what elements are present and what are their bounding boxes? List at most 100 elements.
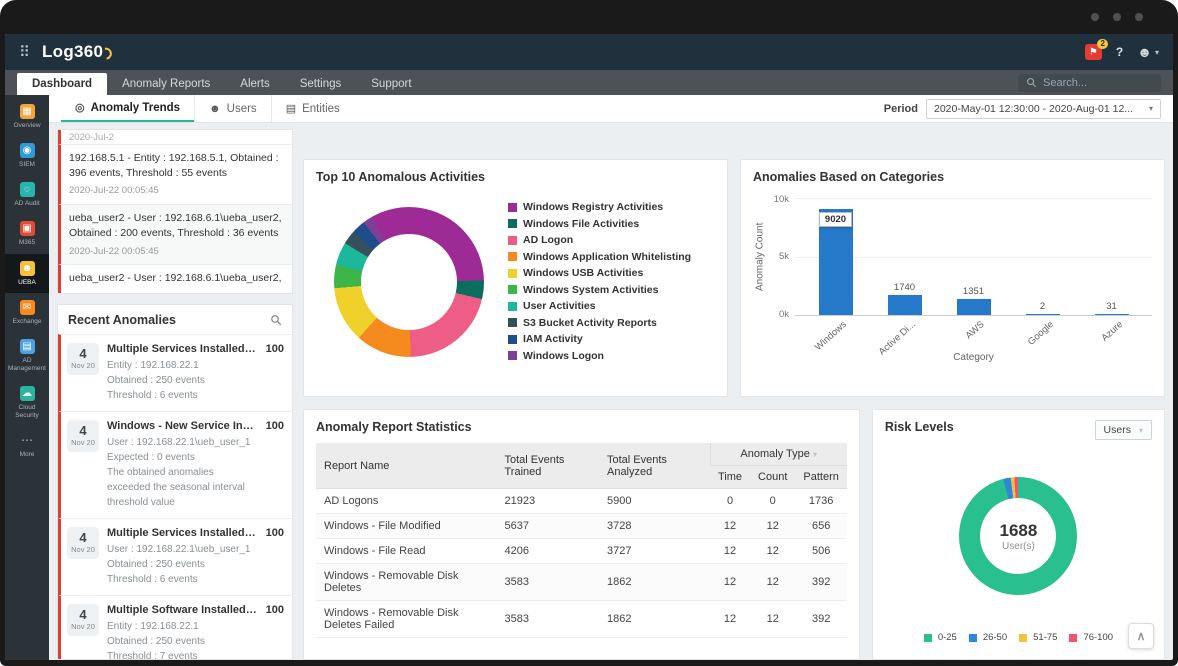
user-menu[interactable]: ☻ ▾ bbox=[1137, 44, 1159, 60]
legend-item[interactable]: User Activities bbox=[508, 300, 691, 312]
risk-levels-card: Risk Levels Users ▾ bbox=[872, 409, 1165, 660]
siem-icon: ◉ bbox=[20, 143, 35, 158]
subtab-anomaly-trends[interactable]: ◎ Anomaly Trends bbox=[61, 95, 194, 122]
legend-item[interactable]: Windows USB Activities bbox=[508, 267, 691, 279]
cloud-security-icon: ☁ bbox=[20, 386, 35, 401]
tab-dashboard[interactable]: Dashboard bbox=[17, 73, 107, 95]
feed-item[interactable]: 192.168.5.1 - Entity : 192.168.5.1, Obta… bbox=[58, 144, 292, 204]
feed-item[interactable]: ueba_user2 - User : 192.168.6.1\ueba_use… bbox=[58, 264, 292, 292]
more-icon: ⋯ bbox=[20, 433, 35, 448]
col-total-trained: Total Events Trained bbox=[497, 443, 599, 489]
date-badge: 4 Nov 20 bbox=[67, 527, 99, 559]
col-anomaly-type[interactable]: Anomaly Type ▾ bbox=[710, 443, 847, 466]
sidebar-item-exchange[interactable]: ✉ Exchange bbox=[5, 293, 49, 332]
sidebar-item-cloud-security[interactable]: ☁ Cloud Security bbox=[5, 379, 49, 426]
legend-item[interactable]: Windows Application Whitelisting bbox=[508, 251, 691, 263]
y-axis-ticks: 10k 5k 0k bbox=[767, 198, 795, 316]
legend-item[interactable]: Windows Logon bbox=[508, 350, 691, 362]
recent-anomaly-item[interactable]: 4 Nov 20 Multiple Services Installed On … bbox=[58, 334, 292, 411]
legend-item[interactable]: 76-100 bbox=[1069, 632, 1113, 643]
scroll-top-button[interactable]: ∧ bbox=[1128, 623, 1154, 649]
log360-app: ⠿ Log360 ⚑ 2 ? ☻ ▾ Dashboard Anomaly Rep… bbox=[5, 34, 1173, 660]
risk-total-value: 1688 bbox=[1000, 521, 1038, 541]
table-row[interactable]: AD Logons219235900001736 bbox=[316, 489, 847, 514]
legend-swatch bbox=[924, 634, 932, 642]
appbar-actions: ⚑ 2 ? ☻ ▾ bbox=[1085, 44, 1159, 60]
window-menu-dot[interactable] bbox=[1135, 13, 1143, 21]
bar[interactable] bbox=[888, 295, 922, 315]
feed-item[interactable]: ueba_user2 - User : 192.168.6.1\ueba_use… bbox=[58, 204, 292, 264]
legend-item[interactable]: AD Logon bbox=[508, 234, 691, 246]
app-logo: Log360 bbox=[42, 42, 103, 62]
bar[interactable] bbox=[1026, 314, 1060, 315]
bar-plot-area: 9020 1740 1351 bbox=[795, 198, 1152, 316]
app-header: ⠿ Log360 ⚑ 2 ? ☻ ▾ bbox=[5, 34, 1173, 70]
chevron-down-icon: ▾ bbox=[813, 450, 817, 459]
sidebar-item-ad-audit[interactable]: ◌ AD Audit bbox=[5, 175, 49, 214]
notification-icon[interactable]: ⚑ 2 bbox=[1085, 44, 1102, 60]
chevron-down-icon: ▾ bbox=[1139, 426, 1143, 435]
bar-value-label: 2 bbox=[1040, 301, 1045, 312]
window-menu-dot[interactable] bbox=[1091, 13, 1099, 21]
anomaly-report-statistics-card: Anomaly Report Statistics Report Name To… bbox=[303, 409, 860, 660]
legend-item[interactable]: IAM Activity bbox=[508, 333, 691, 345]
table-row[interactable]: Windows - Removable Disk Deletes Failed3… bbox=[316, 601, 847, 638]
recent-anomalies-title: Recent Anomalies bbox=[68, 313, 176, 327]
window-titlebar bbox=[5, 0, 1173, 34]
sidebar-item-more[interactable]: ⋯ More bbox=[5, 426, 49, 465]
col-pattern: Pattern bbox=[795, 466, 846, 489]
date-badge: 4 Nov 20 bbox=[67, 343, 99, 375]
category-bar-chart: Anomaly Count 10k 5k 0k bbox=[753, 198, 1152, 316]
legend-swatch bbox=[1019, 634, 1027, 642]
top10-anomalous-activities-card: Top 10 Anomalous Activities Windows Regi… bbox=[303, 159, 728, 397]
anomaly-trends-icon: ◎ bbox=[75, 101, 85, 114]
recent-anomaly-item[interactable]: 4 Nov 20 Windows - New Service Installed… bbox=[58, 411, 292, 518]
risk-filter-select[interactable]: Users ▾ bbox=[1095, 420, 1152, 440]
sidebar-item-ad-management[interactable]: ▤ AD Management bbox=[5, 332, 49, 379]
sidebar-item-overview[interactable]: ▦ Overview bbox=[5, 97, 49, 136]
help-icon[interactable]: ? bbox=[1116, 45, 1123, 59]
risk-donut-chart: 1688 User(s) bbox=[959, 477, 1077, 595]
subtab-entities[interactable]: ▤ Entities bbox=[271, 95, 354, 122]
recent-anomaly-item[interactable]: 4 Nov 20 Multiple Software Installed On … bbox=[58, 595, 292, 659]
global-search[interactable] bbox=[1018, 74, 1161, 92]
search-icon[interactable] bbox=[270, 314, 282, 326]
bar-value-label: 31 bbox=[1106, 301, 1117, 312]
legend-item[interactable]: 51-75 bbox=[1019, 632, 1057, 643]
bar[interactable] bbox=[957, 299, 991, 315]
table-row[interactable]: Windows - File Modified563737281212656 bbox=[316, 514, 847, 539]
sidebar-item-ueba[interactable]: ☻ UEBA bbox=[5, 254, 49, 293]
tab-settings[interactable]: Settings bbox=[285, 73, 357, 95]
app-grid-icon[interactable]: ⠿ bbox=[19, 43, 30, 61]
entities-icon: ▤ bbox=[286, 102, 296, 115]
tab-alerts[interactable]: Alerts bbox=[225, 73, 284, 95]
sidebar-item-siem[interactable]: ◉ SIEM bbox=[5, 136, 49, 175]
bar[interactable] bbox=[1095, 314, 1129, 315]
legend-item[interactable]: Windows Registry Activities bbox=[508, 201, 691, 213]
legend-item[interactable]: Windows File Activities bbox=[508, 218, 691, 230]
period-range-input[interactable]: 2020-May-01 12:30:00 - 2020-Aug-01 12...… bbox=[926, 99, 1161, 119]
bar-value-label: 1351 bbox=[963, 286, 984, 297]
m365-icon: ▣ bbox=[20, 221, 35, 236]
sidebar-item-m365[interactable]: ▣ M365 bbox=[5, 214, 49, 253]
ad-audit-icon: ◌ bbox=[20, 182, 35, 197]
legend-item[interactable]: 26-50 bbox=[969, 632, 1007, 643]
table-row[interactable]: Windows - File Read420637271212506 bbox=[316, 539, 847, 564]
window-menu-dot[interactable] bbox=[1113, 13, 1121, 21]
legend-item[interactable]: S3 Bucket Activity Reports bbox=[508, 317, 691, 329]
recent-anomaly-item[interactable]: 4 Nov 20 Multiple Services Installed By … bbox=[58, 518, 292, 595]
legend-item[interactable]: Windows System Activities bbox=[508, 284, 691, 296]
legend-item[interactable]: 0-25 bbox=[924, 632, 957, 643]
tab-support[interactable]: Support bbox=[356, 73, 426, 95]
subtab-users[interactable]: ☻ Users bbox=[194, 95, 271, 122]
y-axis-label: Anomaly Count bbox=[753, 198, 767, 316]
anomaly-title: Multiple Services Installed By ... bbox=[107, 527, 258, 539]
ad-management-icon: ▤ bbox=[20, 339, 35, 354]
anomaly-score: 100 bbox=[266, 527, 284, 587]
search-input[interactable] bbox=[1043, 77, 1153, 89]
legend-swatch bbox=[508, 335, 517, 344]
tab-anomaly-reports[interactable]: Anomaly Reports bbox=[107, 73, 225, 95]
anomaly-score: 100 bbox=[266, 604, 284, 659]
col-total-analyzed: Total Events Analyzed bbox=[599, 443, 710, 489]
table-row[interactable]: Windows - Removable Disk Deletes35831862… bbox=[316, 564, 847, 601]
